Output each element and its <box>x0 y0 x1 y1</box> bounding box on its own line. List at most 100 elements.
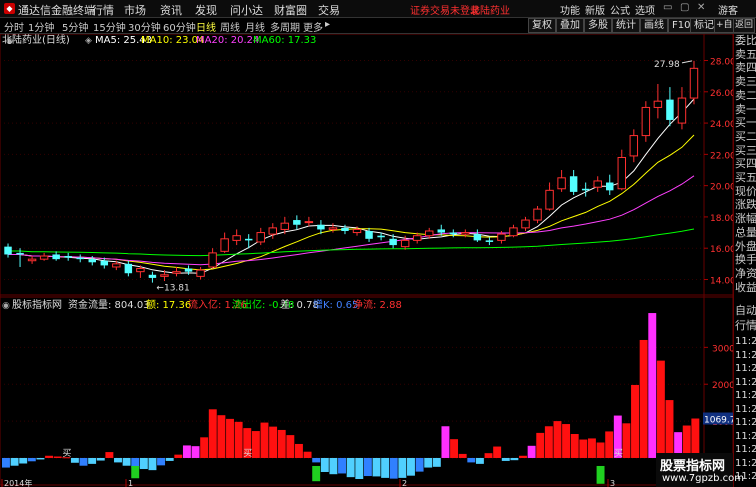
candle-body <box>557 177 566 190</box>
menu-market[interactable]: 市场 <box>124 2 146 18</box>
kline-title-text: 北陆药业(日线) <box>2 34 70 46</box>
flow-bar <box>96 457 105 461</box>
adjust-button[interactable]: 复权 <box>528 18 556 33</box>
period-weekly[interactable]: 周线 <box>220 19 240 34</box>
side-item[interactable]: 买三 <box>735 144 756 157</box>
app-logo-icon: ◆ <box>4 3 15 14</box>
stock-chart[interactable]: ◉ 北陆药业(日线) ◈ MA5: 25.43 MA10: 23.04 MA20… <box>0 34 733 487</box>
x-tick-label: 2 <box>402 479 407 487</box>
side-auto-label[interactable]: 自动 <box>735 304 756 317</box>
candle <box>473 229 482 242</box>
flow-bar <box>182 445 191 458</box>
flow-bar <box>407 457 415 476</box>
menu-quotes[interactable]: 行情 <box>92 2 114 18</box>
period-daily[interactable]: 日线 <box>196 19 216 34</box>
candle-body <box>341 227 349 231</box>
candle-body <box>256 232 265 243</box>
candle <box>232 229 241 246</box>
side-item[interactable]: 卖五 <box>735 48 756 61</box>
indicator-tick-label: 2000 <box>712 381 733 391</box>
candle <box>677 87 687 130</box>
statistics-button[interactable]: 统计 <box>612 18 640 33</box>
flow-bar <box>639 339 648 458</box>
ma60-line <box>8 228 695 257</box>
side-item[interactable]: 总量 <box>735 226 756 239</box>
side-item[interactable]: 净资 <box>735 267 756 280</box>
candle-body <box>220 238 229 252</box>
period-multi[interactable]: 多周期 <box>270 19 300 34</box>
kline-tick-label: 24.00 <box>710 120 733 130</box>
side-item[interactable]: 换手 <box>735 253 756 266</box>
side-item[interactable]: 买二 <box>735 130 756 143</box>
side-item[interactable]: 卖二 <box>735 89 756 102</box>
flow-bar <box>501 457 510 461</box>
menu-options[interactable]: 选项 <box>635 2 655 17</box>
period-30min[interactable]: 30分钟 <box>128 19 161 34</box>
side-item[interactable]: 涨跌 <box>735 198 756 211</box>
draw-line-button[interactable]: 画线 <box>640 18 668 33</box>
side-item[interactable]: 外盘 <box>735 240 756 253</box>
flow-bar <box>665 400 674 458</box>
flow-bar <box>536 432 545 458</box>
candle-body <box>641 106 651 137</box>
maximize-icon[interactable]: ▢ <box>680 2 689 13</box>
menu-wealth[interactable]: 财富圈 <box>274 2 307 18</box>
side-item[interactable]: 涨幅 <box>735 212 756 225</box>
candle-body <box>184 268 193 272</box>
flow-bar <box>415 457 424 472</box>
side-item[interactable]: 卖三 <box>735 75 756 88</box>
side-item[interactable]: 卖四 <box>735 61 756 74</box>
period-15min[interactable]: 15分钟 <box>93 19 126 34</box>
side-item[interactable]: 收益 <box>735 281 756 294</box>
buy-signal-label: 买 <box>243 448 252 459</box>
flow-bar <box>605 431 614 458</box>
flow-bar <box>174 454 183 458</box>
side-item[interactable]: 买五 <box>735 171 756 184</box>
candle <box>617 149 627 191</box>
side-time: 11:29 <box>735 430 756 442</box>
period-monthly[interactable]: 月线 <box>245 19 265 34</box>
close-icon[interactable]: ✕ <box>697 2 705 13</box>
multi-stock-button[interactable]: 多股 <box>584 18 612 33</box>
period-tick[interactable]: 分时 <box>4 19 24 34</box>
kline-tick-label: 20.00 <box>710 183 733 193</box>
flow-bar <box>475 457 484 464</box>
flow-bar <box>329 457 338 475</box>
flow-bar <box>631 384 639 458</box>
indicator-y-axis: 3000200010000.001069.79 <box>703 344 733 465</box>
period-5min[interactable]: 5分钟 <box>62 19 88 34</box>
side-item[interactable]: 现价 <box>735 185 756 198</box>
candle <box>545 182 554 211</box>
side-item[interactable]: 卖一 <box>735 103 756 116</box>
menu-formula[interactable]: 公式 <box>610 2 630 17</box>
overlay-button[interactable]: 叠加 <box>556 18 584 33</box>
guest-user[interactable]: 游客 <box>718 2 738 17</box>
side-item[interactable]: 委比 <box>735 34 756 47</box>
candle <box>666 87 674 127</box>
period-60min[interactable]: 60分钟 <box>163 19 196 34</box>
back-button[interactable]: 返回 <box>733 18 756 33</box>
side-quote-label[interactable]: 行情 <box>735 319 756 332</box>
menu-news[interactable]: 资讯 <box>160 2 182 18</box>
menu-newversion[interactable]: 新版 <box>585 2 605 17</box>
period-more[interactable]: 更多 <box>303 19 323 34</box>
watermark-url: www.7gpzb.com <box>662 473 744 484</box>
menu-trade[interactable]: 交易 <box>318 2 340 18</box>
candle-body <box>606 182 614 191</box>
candle <box>557 170 566 192</box>
candle <box>593 176 602 192</box>
menu-function[interactable]: 功能 <box>560 2 580 17</box>
flow-bar <box>157 457 166 466</box>
side-item[interactable]: 买一 <box>735 116 756 129</box>
menu-ask[interactable]: 问小达 <box>230 2 263 18</box>
flow-bar <box>45 455 54 458</box>
flow-bar <box>139 457 148 470</box>
side-item[interactable]: 买四 <box>735 157 756 170</box>
flow-bar <box>527 445 536 458</box>
kline-tick-label: 22.00 <box>710 151 733 161</box>
minimize-icon[interactable]: ▭ <box>663 2 672 13</box>
chevron-right-icon[interactable]: ▸ <box>325 19 330 30</box>
menu-discover[interactable]: 发现 <box>195 2 217 18</box>
period-1min[interactable]: 1分钟 <box>28 19 54 34</box>
flow-bar <box>226 418 234 458</box>
